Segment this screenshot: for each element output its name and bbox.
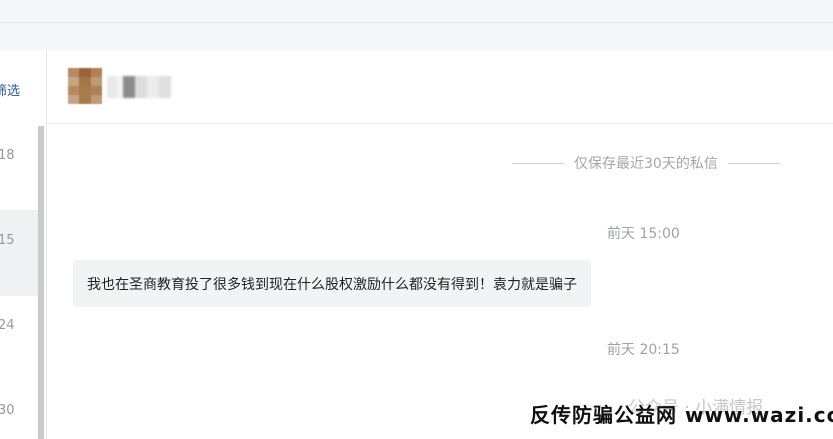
retention-notice-text: 仅保存最近30天的私信 [574, 156, 718, 172]
divider-line [512, 162, 564, 164]
contact-name-blurred [107, 76, 171, 98]
message-timestamp: 前天 15:00 [607, 226, 680, 242]
conversation-time: 15 [0, 233, 15, 248]
message-timestamp: 前天 20:15 [607, 342, 680, 358]
watermark: 反传防骗公益网 www.wazi.cc [530, 403, 833, 427]
message-bubble: 我也在圣商教育投了很多钱到现在什么股权激励什么都没有得到！袁力就是骗子 [73, 260, 591, 307]
message-text: 我也在圣商教育投了很多钱到现在什么股权激励什么都没有得到！袁力就是骗子 [87, 277, 577, 293]
retention-notice: 仅保存最近30天的私信 [502, 153, 790, 173]
filter-label: 筛选 [0, 84, 21, 99]
conversation-time: 18 [0, 148, 15, 163]
conversation-item-active[interactable] [0, 210, 38, 296]
chat-panel: 仅保存最近30天的私信 前天 15:00 我也在圣商教育投了很多钱到现在什么股权… [47, 50, 833, 439]
top-toolbar [0, 0, 833, 23]
filter-button[interactable]: 筛选 [0, 80, 20, 99]
chat-header [47, 50, 833, 124]
scrollbar[interactable] [38, 126, 44, 439]
conversation-time: 24 [0, 318, 15, 333]
avatar[interactable] [68, 68, 102, 104]
conversation-list: 筛选 18 15 24 30 [0, 50, 47, 439]
conversation-time: 30 [0, 403, 15, 418]
divider-line [727, 162, 780, 164]
